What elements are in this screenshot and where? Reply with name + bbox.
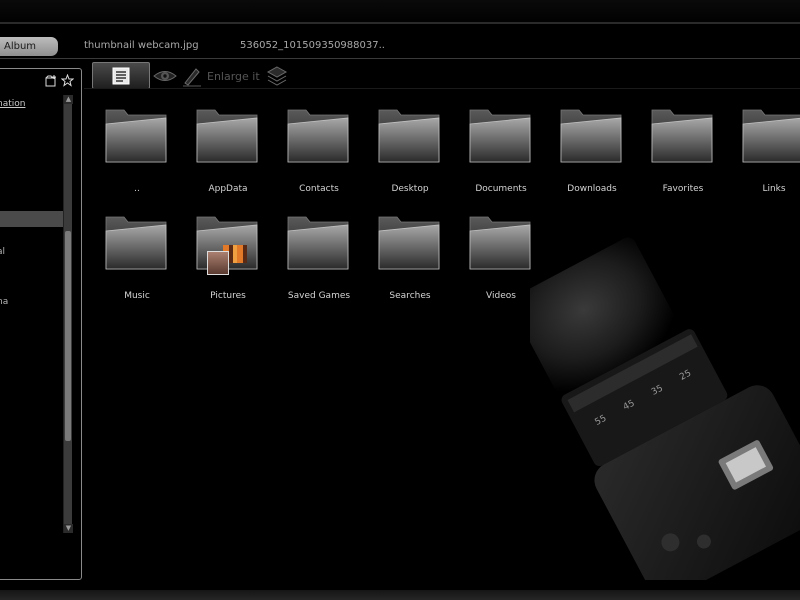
folder-icon: [651, 109, 713, 163]
folder-icon: [378, 109, 440, 163]
folder-grid: .. AppData Contacts Desktop Documents Downloa…: [92, 100, 800, 330]
folder-label: Music: [124, 291, 150, 301]
folder-item[interactable]: Saved Games: [274, 207, 364, 307]
folder-icon: [469, 216, 531, 270]
folder-icon: [469, 109, 531, 163]
folder-icon: [287, 216, 349, 270]
toolbar-divider: [84, 88, 800, 89]
tree-item-selected[interactable]: [0, 211, 63, 227]
folder-icon: [378, 216, 440, 270]
folder-label: Favorites: [662, 184, 704, 194]
tab-536052[interactable]: 536052_101509350988037..: [240, 40, 385, 51]
tab-divider: [0, 58, 800, 59]
photo-thumbnail: [207, 251, 229, 275]
folder-item[interactable]: ..: [92, 100, 182, 200]
folder-label: ..: [134, 184, 140, 194]
list-view-icon: [112, 67, 130, 85]
folder-item[interactable]: Searches: [365, 207, 455, 307]
folder-tree-list: nation al na: [0, 95, 63, 575]
folder-label: Documents: [475, 184, 527, 194]
folder-item[interactable]: Music: [92, 207, 182, 307]
tab-thumbnail-webcam[interactable]: thumbnail webcam.jpg: [84, 40, 199, 51]
scroll-down-icon[interactable]: ▼: [64, 524, 73, 533]
scroll-thumb[interactable]: [65, 231, 71, 441]
tab-bar: Album thumbnail webcam.jpg 536052_101509…: [0, 36, 800, 58]
folder-label: Downloads: [567, 184, 617, 194]
folder-label: Saved Games: [287, 291, 351, 301]
folder-icon: [742, 109, 800, 163]
folder-icon: [105, 216, 167, 270]
layers-icon[interactable]: [266, 65, 288, 87]
new-folder-icon[interactable]: [45, 74, 58, 87]
tree-item[interactable]: nation: [0, 97, 63, 111]
enlarge-label[interactable]: Enlarge it: [207, 70, 260, 83]
folder-item[interactable]: Desktop: [365, 100, 455, 200]
folder-item[interactable]: Documents: [456, 100, 546, 200]
folder-tree-panel: nation al na ▲ ▼: [0, 68, 82, 580]
folder-item[interactable]: Favorites: [638, 100, 728, 200]
favorite-star-icon[interactable]: [60, 73, 75, 87]
folder-icon: [196, 109, 258, 163]
folder-item[interactable]: AppData: [183, 100, 273, 200]
folder-item[interactable]: Videos: [456, 207, 546, 307]
tab-album[interactable]: Album: [0, 37, 58, 56]
enlarge-icon[interactable]: [182, 65, 202, 87]
folder-label: Links: [762, 184, 786, 194]
folder-item[interactable]: Downloads: [547, 100, 637, 200]
panel-header: [0, 69, 81, 93]
folder-label: Searches: [389, 291, 431, 301]
folder-label: Pictures: [210, 291, 246, 301]
folder-item[interactable]: Pictures: [183, 207, 273, 307]
folder-icon: [105, 109, 167, 163]
folder-label: Contacts: [299, 184, 339, 194]
folder-icon: [287, 109, 349, 163]
tree-item[interactable]: na: [0, 295, 63, 309]
folder-label: Videos: [486, 291, 516, 301]
title-strip: [0, 0, 800, 26]
scroll-up-icon[interactable]: ▲: [64, 95, 73, 104]
folder-label: AppData: [208, 184, 248, 194]
view-toolbar: Enlarge it: [92, 62, 312, 90]
eye-preview-icon[interactable]: [152, 66, 178, 86]
folder-label: Desktop: [391, 184, 429, 194]
tree-scrollbar[interactable]: ▲ ▼: [63, 95, 73, 533]
tree-item[interactable]: al: [0, 245, 63, 259]
list-view-button[interactable]: [92, 62, 150, 89]
folder-item[interactable]: Contacts: [274, 100, 364, 200]
folder-icon: [560, 109, 622, 163]
folder-item[interactable]: Links: [729, 100, 800, 200]
status-bar: [0, 590, 800, 600]
